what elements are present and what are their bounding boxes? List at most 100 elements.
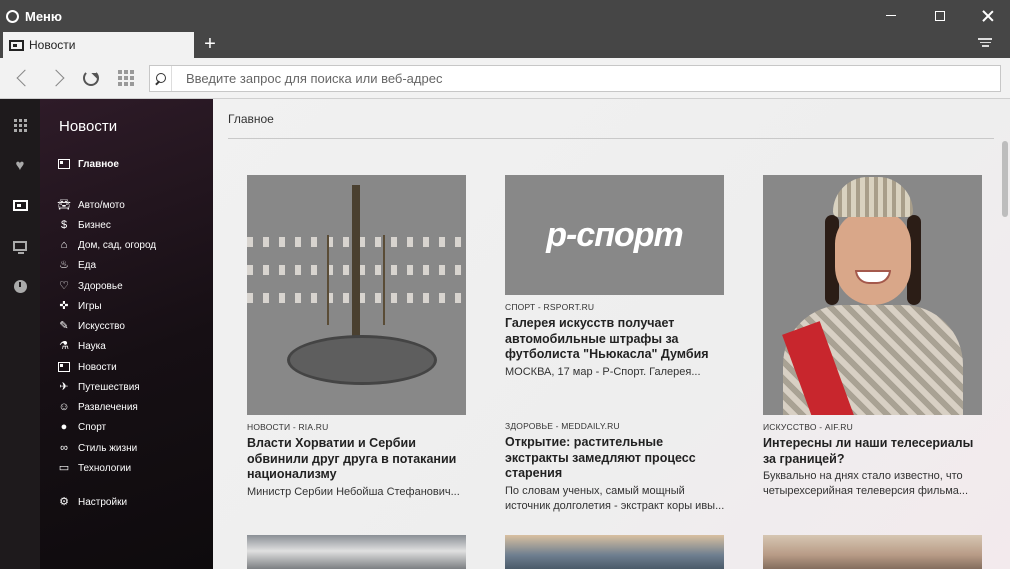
speed-dial-button[interactable] — [114, 66, 138, 90]
news-menu: Новости Главное 🚘︎ Авто/мото $ Бизнес ⌂ Дом… — [40, 99, 213, 569]
tab-strip: Новости + — [0, 31, 1010, 58]
news-menu-item-science[interactable]: ⚗ Наука — [57, 338, 106, 354]
devices-button[interactable] — [10, 237, 30, 255]
scrollbar[interactable] — [1002, 141, 1008, 217]
dollar-icon: $ — [60, 218, 68, 231]
search-icon — [150, 66, 172, 91]
minimize-button[interactable] — [868, 0, 914, 31]
apps-icon — [13, 118, 27, 132]
article-headline[interactable]: Открытие: растительные экстракты замедля… — [505, 435, 725, 482]
article-source: ЗДОРОВЬЕ - MEDDAILY.RU — [505, 421, 620, 431]
flask-icon: ⚗ — [59, 339, 69, 352]
address-toolbar — [0, 58, 1010, 99]
news-menu-item-tech[interactable]: ▭ Технологии — [57, 460, 131, 476]
article-image[interactable] — [763, 535, 982, 569]
news-card[interactable]: р-спорт СПОРТ - RSPORT.RU Галерея искусс… — [505, 175, 725, 380]
news-menu-item-business[interactable]: $ Бизнес — [57, 217, 111, 233]
news-icon — [57, 360, 71, 374]
article-snippet: Буквально на днях стало известно, что че… — [763, 470, 969, 497]
search-input[interactable] — [172, 66, 1000, 91]
back-button[interactable] — [10, 66, 34, 90]
news-card[interactable]: ИСКУССТВО - AIF.RU Интересны ли наши тел… — [763, 175, 983, 499]
news-menu-item-travel[interactable]: ✈ Путешествия — [57, 379, 139, 395]
article-headline[interactable]: Интересны ли наши телесериалы за границе… — [763, 436, 983, 467]
news-icon — [57, 157, 71, 171]
bookmarks-button[interactable]: ♥ — [10, 156, 30, 174]
bowl-icon: ♨ — [59, 258, 69, 271]
maximize-icon — [935, 10, 945, 21]
grid-icon — [118, 70, 134, 86]
news-button[interactable] — [10, 196, 30, 214]
chevron-right-icon — [47, 69, 64, 87]
section-title: Главное — [228, 112, 274, 126]
address-field — [149, 65, 1001, 92]
news-menu-item-entertainment[interactable]: ☺ Развлечения — [57, 399, 137, 415]
heart-icon: ♥ — [15, 156, 25, 174]
rsport-logo: р-спорт — [546, 215, 684, 254]
article-image — [763, 175, 982, 415]
news-menu-item-home[interactable]: ⌂ Дом, сад, огород — [57, 237, 156, 253]
news-icon — [12, 199, 28, 211]
article-image — [247, 175, 466, 415]
article-image[interactable] — [505, 535, 724, 569]
menu-button[interactable]: Меню — [6, 6, 62, 26]
article-image[interactable] — [247, 535, 466, 569]
history-icon — [13, 279, 27, 293]
apps-button[interactable] — [10, 116, 30, 134]
news-menu-settings[interactable]: ⚙ Настройки — [57, 494, 127, 510]
plane-icon: ✈ — [59, 380, 69, 393]
article-snippet: Министр Сербии Небойша Стефанович... — [247, 485, 460, 498]
news-menu-item-games[interactable]: ✜ Игры — [57, 298, 101, 314]
news-icon — [9, 39, 24, 51]
masks-icon: ☺ — [58, 400, 70, 413]
plus-icon: + — [204, 33, 216, 55]
glasses-icon: ∞ — [60, 441, 68, 454]
reload-button[interactable] — [79, 66, 103, 90]
news-feed: Главное НОВОСТИ - RIA.RU Власти Хорватии… — [213, 99, 1010, 569]
news-menu-item-main[interactable]: Главное — [57, 156, 119, 172]
close-icon — [982, 10, 994, 22]
ball-icon: ● — [60, 420, 68, 433]
menu-label: Меню — [25, 8, 63, 24]
tab-news[interactable]: Новости — [3, 32, 194, 58]
article-source: ИСКУССТВО - AIF.RU — [763, 422, 853, 432]
minimize-icon — [886, 15, 896, 16]
news-menu-item-health[interactable]: ♡ Здоровье — [57, 278, 123, 294]
forward-button[interactable] — [46, 66, 70, 90]
article-image: р-спорт — [505, 175, 724, 295]
gear-icon: ⚙ — [59, 495, 69, 508]
news-card[interactable]: ЗДОРОВЬЕ - MEDDAILY.RU Открытие: растите… — [505, 414, 725, 514]
article-source: СПОРТ - RSPORT.RU — [505, 302, 595, 312]
opera-logo-icon — [6, 9, 19, 23]
title-bar: Меню — [0, 0, 1010, 31]
article-headline[interactable]: Власти Хорватии и Сербии обвинили друг д… — [247, 436, 467, 483]
news-menu-item-auto[interactable]: 🚘︎ Авто/мото — [57, 197, 125, 213]
history-button[interactable] — [10, 277, 30, 295]
tab-label: Новости — [29, 38, 76, 52]
news-card[interactable]: НОВОСТИ - RIA.RU Власти Хорватии и Серби… — [247, 175, 467, 500]
brush-icon: ✎ — [59, 319, 69, 332]
heart-pulse-icon: ♡ — [59, 279, 69, 292]
maximize-button[interactable] — [917, 0, 963, 31]
news-menu-item-sport[interactable]: ● Спорт — [57, 419, 106, 435]
gamepad-icon: ✜ — [59, 299, 69, 312]
news-menu-item-news[interactable]: Новости — [57, 359, 117, 375]
chevron-left-icon — [16, 69, 33, 87]
news-menu-item-lifestyle[interactable]: ∞ Стиль жизни — [57, 440, 137, 456]
article-headline[interactable]: Галерея искусств получает автомобильные … — [505, 316, 725, 363]
devices-icon — [13, 241, 27, 254]
sidebar: ♥ — [0, 99, 40, 569]
monitor-icon: ▭ — [58, 461, 70, 474]
car-icon: 🚘︎ — [57, 198, 71, 211]
article-snippet: МОСКВА, 17 мар - Р-Спорт. Галерея... — [505, 365, 701, 378]
home-icon: ⌂ — [60, 238, 68, 251]
news-menu-item-food[interactable]: ♨ Еда — [57, 257, 96, 273]
new-tab-button[interactable]: + — [200, 34, 220, 54]
tab-menu-button[interactable] — [976, 36, 994, 52]
article-snippet: По словам ученых, самый мощный источник … — [505, 484, 725, 512]
news-menu-item-art[interactable]: ✎ Искусство — [57, 318, 125, 334]
reload-icon — [83, 70, 99, 86]
close-button[interactable] — [965, 0, 1010, 31]
article-source: НОВОСТИ - RIA.RU — [247, 422, 329, 432]
news-menu-title: Новости — [59, 118, 118, 135]
